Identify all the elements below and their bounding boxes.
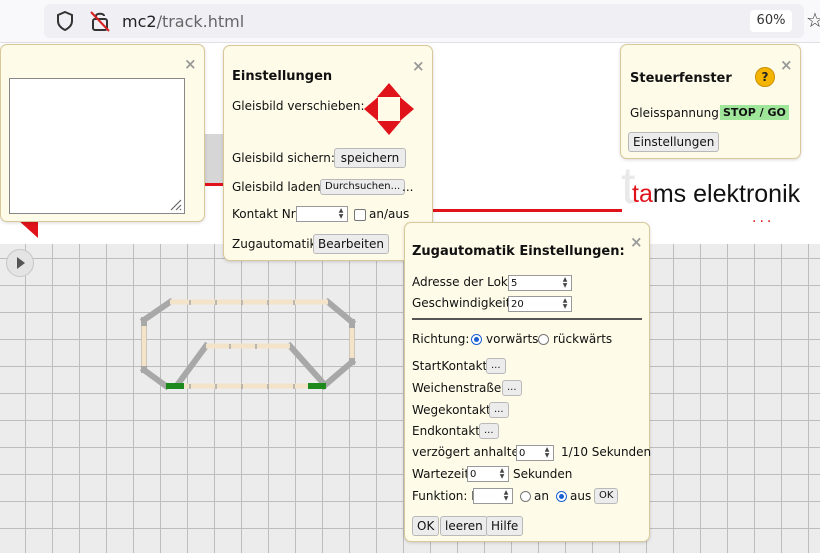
wegekontakt-label: Wegekontakt: xyxy=(412,403,495,417)
bookmark-star-icon[interactable]: ☆ xyxy=(806,8,820,32)
funktion-input[interactable]: ▲ ▼ xyxy=(473,488,513,504)
logo-part-b: ms elektronik xyxy=(652,180,801,208)
logo-part-a: ta xyxy=(632,180,653,208)
wegekontakt-button[interactable]: ... xyxy=(489,402,509,418)
panel-title: Zugautomatik Einstellungen: xyxy=(412,244,625,259)
verschieben-label: Gleisbild verschieben: xyxy=(232,99,365,113)
kontakt-label: Kontakt Nr: xyxy=(232,207,300,221)
verzoegert-unit: 1/10 Sekunden xyxy=(561,445,652,459)
url-bar[interactable]: mc2/track.html 60% xyxy=(44,4,804,38)
laden-ellipsis: ... xyxy=(402,180,414,194)
header-red-line-right xyxy=(432,209,622,212)
sichern-label: Gleisbild sichern: xyxy=(232,151,335,165)
weichenstrasse-button[interactable]: ... xyxy=(502,380,522,396)
header-red-line-left xyxy=(203,183,225,186)
endkontakt-button[interactable]: ... xyxy=(479,423,499,439)
einstellungen-button[interactable]: Einstellungen xyxy=(628,132,720,152)
notes-textarea[interactable] xyxy=(9,78,185,214)
resize-handle-icon[interactable] xyxy=(168,197,182,211)
weichenstrasse-label: Weichenstraße: xyxy=(412,381,506,395)
close-icon[interactable]: × xyxy=(780,56,793,74)
bearbeiten-button[interactable]: Bearbeiten xyxy=(313,234,389,254)
notes-panel: × xyxy=(0,44,205,222)
spin-arrows-icon[interactable]: ▲ ▼ xyxy=(497,468,507,480)
insecure-lock-icon[interactable] xyxy=(90,10,110,32)
hilfe-button[interactable]: Hilfe xyxy=(486,516,524,536)
rueckwaerts-radio[interactable] xyxy=(538,334,549,345)
wartezeit-input[interactable]: 0 ▲ ▼ xyxy=(467,466,509,482)
adresse-value: 5 xyxy=(511,278,518,289)
vorwaerts-label: vorwärts xyxy=(486,332,539,346)
laden-label: Gleisbild laden: xyxy=(232,180,325,194)
funktion-aus-radio[interactable] xyxy=(556,491,567,502)
richtung-label: Richtung: xyxy=(412,332,470,346)
spin-arrows-icon[interactable]: ▲ ▼ xyxy=(560,298,570,310)
shield-icon[interactable] xyxy=(56,11,74,31)
adresse-input[interactable]: 5 ▲ ▼ xyxy=(508,275,572,291)
einstellungen-panel: Einstellungen × Gleisbild verschieben: G… xyxy=(223,45,433,261)
anaus-label: an/aus xyxy=(369,207,410,221)
close-icon[interactable]: × xyxy=(412,57,425,75)
spin-arrows-icon[interactable]: ▲ ▼ xyxy=(560,277,570,289)
steuerfenster-panel: Steuerfenster ? × Gleisspannung: STOP / … xyxy=(620,44,801,159)
anaus-checkbox[interactable] xyxy=(354,209,366,221)
funktion-an-label: an xyxy=(534,489,549,503)
adresse-label: Adresse der Lok: xyxy=(412,275,512,289)
zoom-level[interactable]: 60% xyxy=(750,10,792,32)
funktion-an-radio[interactable] xyxy=(520,491,531,502)
geschwindigkeit-label: Geschwindigkeit: xyxy=(412,296,515,310)
divider xyxy=(412,318,642,320)
zugautomatik-label: Zugautomatik: xyxy=(232,237,321,251)
move-arrows-icon[interactable] xyxy=(364,83,414,135)
vorwaerts-radio[interactable] xyxy=(471,334,482,345)
verzoegert-value: 0 xyxy=(519,448,526,459)
panel-title: Einstellungen xyxy=(232,69,333,84)
stop-go-button[interactable]: STOP / GO xyxy=(720,105,789,120)
header-grey-block xyxy=(203,134,225,184)
logo-dots: ... xyxy=(752,210,775,226)
help-icon[interactable]: ? xyxy=(755,67,775,87)
browser-toolbar: mc2/track.html 60% ☆ xyxy=(0,0,820,43)
durchsuchen-button[interactable]: Durchsuchen... xyxy=(320,179,406,195)
leeren-button[interactable]: leeren xyxy=(440,516,488,536)
speichern-button[interactable]: speichern xyxy=(334,148,406,168)
url-text[interactable]: mc2/track.html xyxy=(122,12,244,31)
panel-title: Steuerfenster xyxy=(630,71,732,86)
startkontakt-label: StartKontakt: xyxy=(412,359,492,373)
spin-arrows-icon[interactable]: ▲ ▼ xyxy=(542,447,552,459)
funktion-label: Funktion: F xyxy=(412,489,479,503)
spin-arrows-icon[interactable]: ▲ ▼ xyxy=(501,490,511,502)
startkontakt-button[interactable]: ... xyxy=(486,358,506,374)
rueckwaerts-label: rückwärts xyxy=(553,332,613,346)
tams-logo: tams elektronik xyxy=(632,180,800,209)
url-path: /track.html xyxy=(156,12,245,31)
close-icon[interactable]: × xyxy=(630,233,643,251)
gleisspannung-label: Gleisspannung: xyxy=(630,106,723,120)
red-corner-marker xyxy=(18,220,38,238)
funktion-aus-label: aus xyxy=(570,489,592,503)
close-icon[interactable]: × xyxy=(184,55,197,73)
funktion-ok-button[interactable]: OK xyxy=(594,488,619,504)
zugautomatik-panel: Zugautomatik Einstellungen: × Adresse de… xyxy=(404,222,652,542)
wartezeit-unit: Sekunden xyxy=(513,467,573,481)
wartezeit-label: Wartezeit: xyxy=(412,467,474,481)
track-layout[interactable] xyxy=(130,290,370,400)
endkontakt-label: Endkontakt: xyxy=(412,424,485,438)
geschwindigkeit-input[interactable]: 20 ▲ ▼ xyxy=(508,296,572,312)
geschwindigkeit-value: 20 xyxy=(511,299,524,310)
verzoegert-input[interactable]: 0 ▲ ▼ xyxy=(516,445,554,461)
play-button[interactable] xyxy=(6,249,34,277)
verzoegert-label: verzögert anhalten xyxy=(412,445,527,459)
kontakt-input[interactable]: ▲ ▼ xyxy=(296,206,348,222)
url-host: mc2 xyxy=(122,12,157,31)
ok-button[interactable]: OK xyxy=(412,516,440,536)
wartezeit-value: 0 xyxy=(470,469,477,480)
spin-arrows-icon[interactable]: ▲ ▼ xyxy=(336,208,346,220)
